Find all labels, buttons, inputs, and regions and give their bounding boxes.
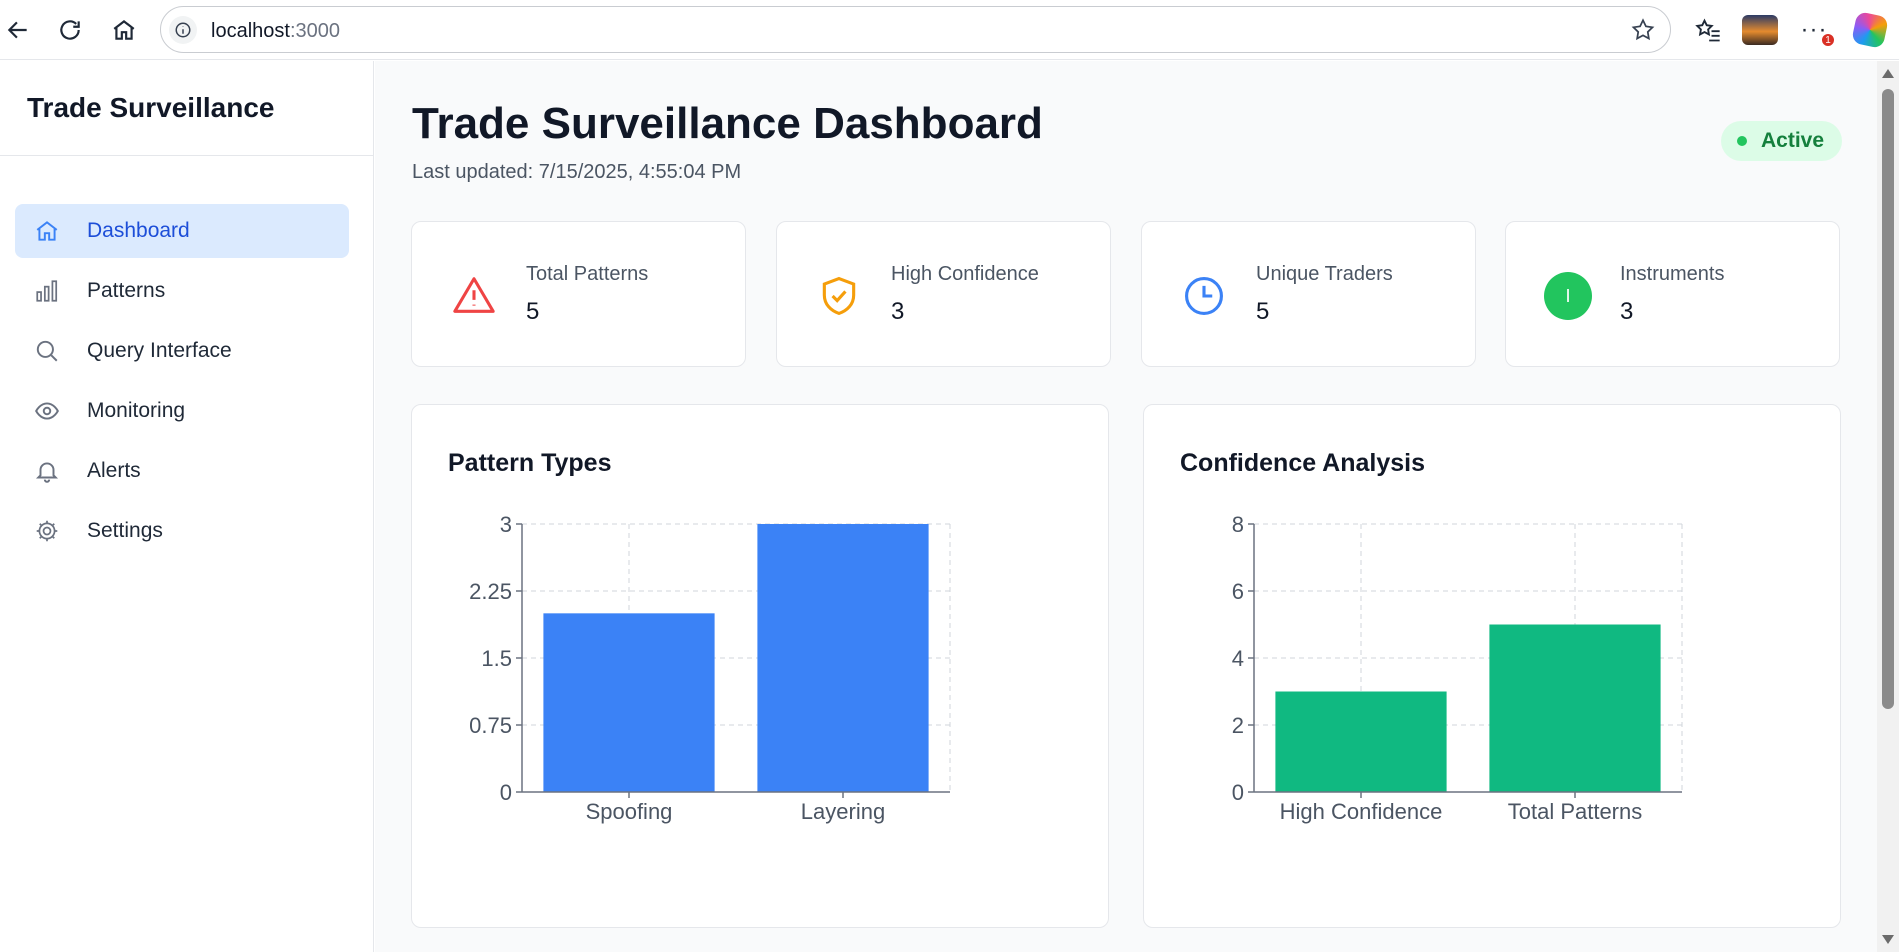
- sidebar-item-patterns[interactable]: Patterns: [15, 264, 349, 318]
- stat-card-total-patterns: Total Patterns 5: [411, 221, 746, 367]
- y-tick-label: 0: [1232, 780, 1244, 805]
- chart-bar: [757, 524, 929, 792]
- chart-bar: [543, 613, 715, 792]
- vertical-scrollbar[interactable]: [1877, 61, 1899, 952]
- stat-value: 5: [526, 298, 540, 325]
- last-updated-text: Last updated: 7/15/2025, 4:55:04 PM: [412, 161, 742, 183]
- stat-label: Total Patterns: [526, 263, 649, 285]
- y-tick-label: 4: [1232, 646, 1244, 671]
- confidence-analysis-chart: 0 2 4 6 8 High Confidence Total Patterns: [1232, 512, 1683, 824]
- search-icon: [33, 337, 61, 365]
- app-brand: Trade Surveillance: [0, 61, 373, 156]
- stat-card-high-confidence: High Confidence 3: [776, 221, 1111, 367]
- arrow-left-icon: [7, 21, 27, 39]
- instrument-circle-icon: I: [1544, 272, 1592, 320]
- stat-value: 3: [891, 298, 905, 325]
- y-tick-label: 2.25: [469, 579, 512, 604]
- more-menu-icon[interactable]: ··· 1: [1796, 12, 1836, 48]
- status-label: Active: [1761, 129, 1825, 152]
- profile-avatar[interactable]: [1742, 12, 1778, 48]
- favorite-star-icon[interactable]: [1630, 17, 1656, 48]
- copilot-icon[interactable]: [1851, 11, 1889, 49]
- sidebar-item-label: Monitoring: [87, 399, 186, 422]
- stat-card-unique-traders: Unique Traders 5: [1141, 221, 1476, 367]
- notification-badge: 1: [1820, 32, 1836, 48]
- sidebar: Trade Surveillance Dashboard Patterns Qu…: [0, 61, 374, 952]
- clock-icon: [1180, 272, 1228, 320]
- y-tick-label: 3: [500, 512, 512, 537]
- y-tick-label: 6: [1232, 579, 1244, 604]
- scroll-up-arrow-icon[interactable]: [1882, 69, 1894, 78]
- chart-title: Confidence Analysis: [1180, 449, 1425, 477]
- address-bar[interactable]: localhost:3000: [160, 6, 1671, 53]
- favorites-icon[interactable]: [1690, 12, 1726, 48]
- sidebar-item-label: Patterns: [87, 279, 166, 302]
- status-dot-icon: [1737, 136, 1747, 146]
- page-title: Trade Surveillance Dashboard: [412, 99, 1043, 148]
- stat-value: 5: [1256, 298, 1270, 325]
- house-icon: [113, 19, 135, 40]
- y-tick-label: 2: [1232, 713, 1244, 738]
- scroll-thumb[interactable]: [1882, 89, 1894, 709]
- stat-value: 3: [1620, 298, 1634, 325]
- eye-icon: [33, 397, 61, 425]
- home-button[interactable]: [106, 12, 142, 48]
- chart-bar: [1489, 624, 1661, 792]
- y-tick-label: 8: [1232, 512, 1244, 537]
- bar-chart-icon: [33, 277, 61, 305]
- chart-title: Pattern Types: [448, 449, 612, 477]
- sidebar-item-label: Alerts: [87, 459, 141, 482]
- reload-button[interactable]: [52, 12, 88, 48]
- browser-toolbar: localhost:3000 ··· 1: [0, 0, 1899, 60]
- url-text[interactable]: localhost:3000: [211, 20, 340, 43]
- x-tick-label: High Confidence: [1280, 799, 1443, 824]
- gear-icon: [33, 517, 61, 545]
- stat-label: Unique Traders: [1256, 263, 1393, 285]
- sidebar-item-label: Query Interface: [87, 339, 232, 362]
- stat-label: Instruments: [1620, 263, 1725, 285]
- chart-bar: [1275, 691, 1447, 792]
- x-tick-label: Total Patterns: [1508, 799, 1643, 824]
- sidebar-item-alerts[interactable]: Alerts: [15, 444, 349, 498]
- scroll-down-arrow-icon[interactable]: [1882, 935, 1894, 944]
- y-tick-label: 0: [500, 780, 512, 805]
- chart-card-confidence-analysis: Confidence Analysis 0 2 4 6 8 High Confidence…: [1143, 404, 1841, 928]
- sidebar-item-dashboard[interactable]: Dashboard: [15, 204, 349, 258]
- y-tick-label: 1.5: [481, 646, 512, 671]
- sidebar-item-label: Dashboard: [87, 219, 190, 242]
- stat-card-instruments: I Instruments 3: [1505, 221, 1840, 367]
- home-icon: [33, 217, 61, 245]
- reload-icon: [60, 20, 80, 40]
- status-badge: Active: [1721, 121, 1843, 161]
- x-tick-label: Layering: [801, 799, 885, 824]
- x-tick-label: Spoofing: [586, 799, 673, 824]
- bell-icon: [33, 457, 61, 485]
- sidebar-item-settings[interactable]: Settings: [15, 504, 349, 558]
- chart-card-pattern-types: Pattern Types 0 0.75 1.5 2.25 3 Spoofing Layer…: [411, 404, 1109, 928]
- y-tick-label: 0.75: [469, 713, 512, 738]
- main-content: Trade Surveillance Dashboard Last update…: [375, 61, 1877, 952]
- shield-check-icon: [815, 272, 863, 320]
- sidebar-item-label: Settings: [87, 519, 163, 542]
- pattern-types-chart: 0 0.75 1.5 2.25 3 Spoofing Layering: [469, 512, 951, 824]
- stat-label: High Confidence: [891, 263, 1039, 285]
- sidebar-item-query-interface[interactable]: Query Interface: [15, 324, 349, 378]
- alert-triangle-icon: [450, 272, 498, 320]
- sidebar-item-monitoring[interactable]: Monitoring: [15, 384, 349, 438]
- sidebar-nav: Dashboard Patterns Query Interface Monit…: [0, 156, 373, 558]
- back-button[interactable]: [0, 12, 36, 48]
- site-info-icon[interactable]: [169, 16, 197, 44]
